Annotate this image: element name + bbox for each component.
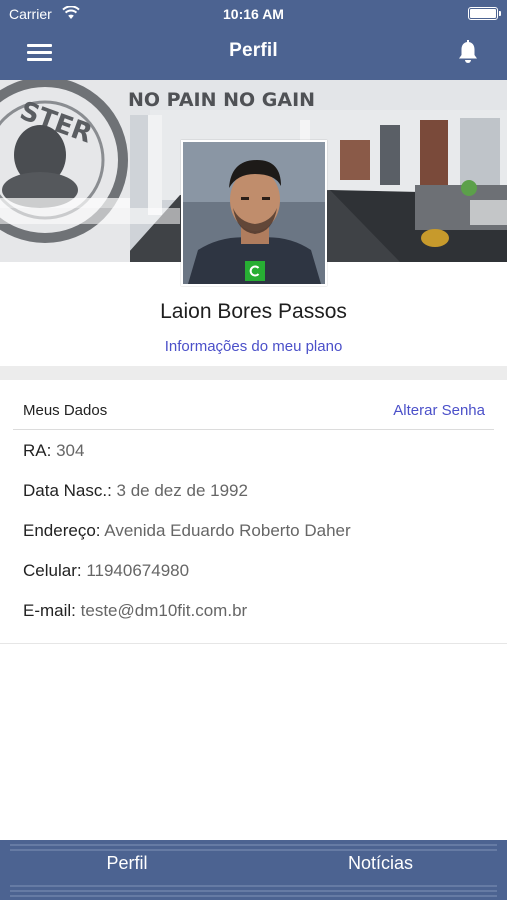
plan-info-link[interactable]: Informações do meu plano — [0, 338, 507, 355]
field-label: Data Nasc.: — [23, 481, 112, 500]
field-email: E-mail: teste@dm10fit.com.br — [23, 601, 247, 621]
field-label: Celular: — [23, 561, 82, 580]
card-title: Meus Dados — [23, 402, 108, 419]
field-birth-date: Data Nasc.: 3 de dez de 1992 — [23, 481, 248, 501]
field-ra: RA: 304 — [23, 441, 84, 461]
field-phone: Celular: 11940674980 — [23, 561, 189, 581]
field-value: 304 — [56, 441, 85, 460]
online-status-icon — [245, 261, 265, 281]
field-value: 3 de dez de 1992 — [116, 481, 248, 500]
field-label: E-mail: — [23, 601, 76, 620]
field-value: 11940674980 — [86, 561, 190, 580]
field-value: Avenida Eduardo Roberto Daher — [104, 521, 351, 540]
status-bar: Carrier 10:16 AM — [0, 0, 507, 28]
my-data-card: Meus Dados Alterar Senha RA: 304 Data Na… — [0, 380, 507, 644]
tab-perfil[interactable]: Perfil — [0, 853, 254, 874]
profile-name: Laion Bores Passos — [160, 300, 347, 323]
bell-icon[interactable] — [457, 40, 479, 64]
page-title: Perfil — [229, 40, 278, 61]
tab-noticias[interactable]: Notícias — [254, 853, 507, 874]
top-header: Carrier 10:16 AM Perfil — [0, 0, 507, 80]
battery-icon — [468, 7, 501, 20]
field-address: Endereço: Avenida Eduardo Roberto Daher — [23, 521, 351, 541]
field-value: teste@dm10fit.com.br — [80, 601, 248, 620]
cover-sign-text: NO PAIN NO GAIN — [128, 89, 315, 111]
bottom-tab-bar: Perfil Notícias — [0, 840, 507, 900]
status-time: 10:16 AM — [223, 6, 284, 22]
section-separator — [0, 366, 507, 380]
field-label: Endereço: — [23, 521, 101, 540]
divider — [13, 429, 494, 430]
field-label: RA: — [23, 441, 52, 460]
change-password-link[interactable]: Alterar Senha — [393, 402, 485, 419]
